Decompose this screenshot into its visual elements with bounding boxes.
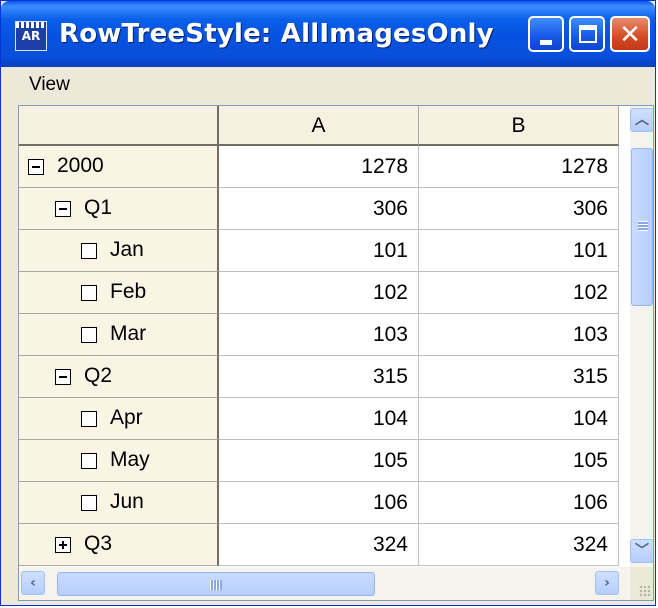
cell-a[interactable]: 106 [219, 482, 419, 524]
cell-b[interactable]: 324 [419, 524, 619, 566]
cell-a[interactable]: 103 [219, 314, 419, 356]
table-row: Q2 315 315 [19, 356, 619, 398]
grip-icon [638, 221, 648, 231]
row-label: May [110, 448, 150, 471]
leaf-icon [81, 327, 97, 343]
maximize-icon [579, 25, 597, 43]
row-label: Q1 [84, 196, 113, 219]
minimize-button[interactable] [528, 16, 564, 52]
row-header[interactable]: Q3 [19, 524, 219, 566]
row-header[interactable]: 2000 [19, 146, 219, 188]
title-bar[interactable]: AR RowTreeStyle: AllImagesOnly ✕ [1, 1, 655, 67]
cell-b[interactable]: 306 [419, 188, 619, 230]
row-label: Apr [110, 406, 143, 429]
leaf-icon [81, 243, 97, 259]
row-header[interactable]: Jun [19, 482, 219, 524]
cell-a[interactable]: 104 [219, 398, 419, 440]
vertical-scroll-thumb[interactable] [631, 148, 653, 306]
maximize-button[interactable] [569, 16, 605, 52]
cell-b[interactable]: 101 [419, 230, 619, 272]
scroll-down-button[interactable]: ﹀ [630, 539, 653, 563]
chevron-up-icon: ︿ [635, 112, 649, 128]
row-label: Jun [110, 490, 144, 513]
chevron-down-icon: ﹀ [635, 543, 649, 559]
scroll-left-button[interactable]: ‹ [21, 571, 45, 595]
app-icon-text: AR [21, 29, 41, 43]
row-label: Feb [110, 280, 147, 303]
menu-bar: View [1, 67, 655, 105]
table-row: Apr 104 104 [19, 398, 619, 440]
cell-b[interactable]: 104 [419, 398, 619, 440]
collapse-icon[interactable] [28, 159, 44, 175]
chevron-left-icon: ‹ [30, 575, 36, 591]
column-header-b[interactable]: B [419, 106, 619, 146]
vertical-scrollbar[interactable]: ︿ ﹀ [630, 106, 653, 567]
leaf-icon [81, 495, 97, 511]
row-header[interactable]: Mar [19, 314, 219, 356]
row-header[interactable]: Q2 [19, 356, 219, 398]
table-row: Mar 103 103 [19, 314, 619, 356]
cell-a[interactable]: 306 [219, 188, 419, 230]
minimize-icon [540, 40, 552, 45]
grid[interactable]: A B 2000 1278 1278 Q1 306 306 Jan 101 101 Feb 102 1… [18, 105, 654, 601]
cell-b[interactable]: 105 [419, 440, 619, 482]
table-row: 2000 1278 1278 [19, 146, 619, 188]
table-row: May 105 105 [19, 440, 619, 482]
column-header-a[interactable]: A [219, 106, 419, 146]
table-row: Q3 324 324 [19, 524, 619, 566]
row-label: Q2 [84, 364, 113, 387]
table-row: Feb 102 102 [19, 272, 619, 314]
row-label: Mar [110, 322, 147, 345]
grid-corner[interactable] [19, 106, 219, 146]
app-window: AR RowTreeStyle: AllImagesOnly ✕ View A … [0, 0, 656, 606]
cell-b[interactable]: 1278 [419, 146, 619, 188]
collapse-icon[interactable] [55, 201, 71, 217]
cell-b[interactable]: 103 [419, 314, 619, 356]
row-label: Jan [110, 238, 144, 261]
cell-b[interactable]: 315 [419, 356, 619, 398]
leaf-icon [81, 285, 97, 301]
leaf-icon [81, 453, 97, 469]
grip-icon [210, 580, 222, 590]
grid-rows: 2000 1278 1278 Q1 306 306 Jan 101 101 Feb 102 102 Ma… [19, 146, 619, 566]
app-icon[interactable]: AR [15, 21, 47, 51]
leaf-icon [81, 411, 97, 427]
close-button[interactable]: ✕ [610, 16, 650, 52]
row-header[interactable]: Feb [19, 272, 219, 314]
cell-b[interactable]: 106 [419, 482, 619, 524]
horizontal-scrollbar[interactable]: ‹ › [19, 567, 630, 600]
row-header[interactable]: May [19, 440, 219, 482]
table-row: Jun 106 106 [19, 482, 619, 524]
expand-icon[interactable] [55, 537, 71, 553]
cell-a[interactable]: 324 [219, 524, 419, 566]
row-header[interactable]: Jan [19, 230, 219, 272]
menu-view[interactable]: View [29, 74, 70, 96]
cell-b[interactable]: 102 [419, 272, 619, 314]
cell-a[interactable]: 101 [219, 230, 419, 272]
size-grip[interactable] [630, 567, 653, 600]
scroll-right-button[interactable]: › [595, 571, 619, 595]
window-title: RowTreeStyle: AllImagesOnly [59, 19, 494, 49]
chevron-right-icon: › [604, 575, 610, 591]
cell-a[interactable]: 105 [219, 440, 419, 482]
cell-a[interactable]: 315 [219, 356, 419, 398]
cell-a[interactable]: 1278 [219, 146, 419, 188]
cell-a[interactable]: 102 [219, 272, 419, 314]
table-row: Jan 101 101 [19, 230, 619, 272]
horizontal-scroll-thumb[interactable] [57, 572, 375, 596]
row-label: Q3 [84, 532, 113, 555]
row-header[interactable]: Apr [19, 398, 219, 440]
scroll-up-button[interactable]: ︿ [630, 108, 653, 132]
row-header[interactable]: Q1 [19, 188, 219, 230]
table-row: Q1 306 306 [19, 188, 619, 230]
close-icon: ✕ [619, 20, 641, 50]
collapse-icon[interactable] [55, 369, 71, 385]
row-label: 2000 [57, 154, 104, 177]
